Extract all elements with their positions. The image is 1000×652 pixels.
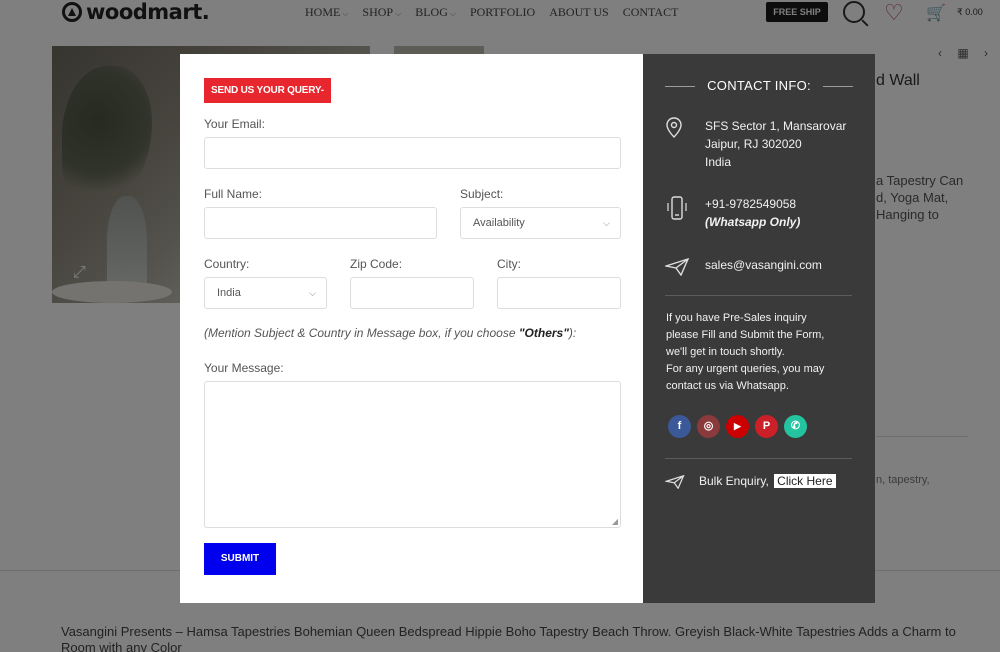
contact-info-heading: CONTACT INFO: xyxy=(643,78,875,93)
email-label: Your Email: xyxy=(204,117,265,131)
whatsapp-icon[interactable]: ✆ xyxy=(784,415,807,438)
contact-address: SFS Sector 1, Mansarovar Jaipur, RJ 3020… xyxy=(705,119,847,169)
bulk-enquiry: Bulk Enquiry, Click Here xyxy=(699,474,836,488)
contact-paragraph: If you have Pre-Sales inquiry please Fil… xyxy=(666,312,825,392)
message-textarea[interactable]: ◢ xyxy=(204,381,621,528)
social-links: f ◎ ▶ P ✆ xyxy=(668,415,807,438)
contact-email[interactable]: sales@vasangini.com xyxy=(705,256,822,274)
contact-info-panel: CONTACT INFO: SFS Sector 1, Mansarovar J… xyxy=(643,54,875,603)
phone-icon xyxy=(665,195,689,226)
chevron-down-icon: ⌵ xyxy=(309,288,316,298)
country-label: Country: xyxy=(204,257,250,271)
youtube-icon[interactable]: ▶ xyxy=(726,415,749,438)
divider xyxy=(665,295,852,296)
query-modal: SEND US YOUR QUERY- Your Email: Full Nam… xyxy=(180,54,875,603)
bulk-enquiry-link[interactable]: Click Here xyxy=(774,474,836,488)
subject-label: Subject: xyxy=(460,187,504,201)
city-label: City: xyxy=(497,257,521,271)
full-name-field[interactable] xyxy=(204,207,437,239)
subject-selected-value: Availability xyxy=(473,217,525,229)
send-icon xyxy=(663,474,685,494)
full-name-label: Full Name: xyxy=(204,187,263,201)
zip-code-field[interactable] xyxy=(350,277,474,309)
query-form: SEND US YOUR QUERY- Your Email: Full Nam… xyxy=(180,54,643,603)
bulk-enquiry-label: Bulk Enquiry, xyxy=(699,474,769,488)
pinterest-icon[interactable]: P xyxy=(755,415,778,438)
instagram-icon[interactable]: ◎ xyxy=(697,415,720,438)
zip-code-label: Zip Code: xyxy=(350,257,403,271)
send-icon xyxy=(663,257,690,281)
location-pin-icon xyxy=(665,117,683,144)
message-label: Your Message: xyxy=(204,361,284,375)
form-heading-badge: SEND US YOUR QUERY- xyxy=(204,78,331,103)
submit-button[interactable]: SUBMIT xyxy=(204,543,276,575)
subject-select[interactable]: Availability ⌵ xyxy=(460,207,621,239)
country-select[interactable]: India ⌵ xyxy=(204,277,327,309)
divider xyxy=(665,458,852,459)
resize-handle-icon[interactable]: ◢ xyxy=(612,517,618,526)
contact-phone[interactable]: +91-9782549058 (Whatsapp Only) xyxy=(705,195,800,231)
form-note: (Mention Subject & Country in Message bo… xyxy=(204,326,577,340)
city-field[interactable] xyxy=(497,277,621,309)
country-selected-value: India xyxy=(217,287,241,299)
chevron-down-icon: ⌵ xyxy=(603,218,610,228)
facebook-icon[interactable]: f xyxy=(668,415,691,438)
email-field[interactable] xyxy=(204,137,621,169)
